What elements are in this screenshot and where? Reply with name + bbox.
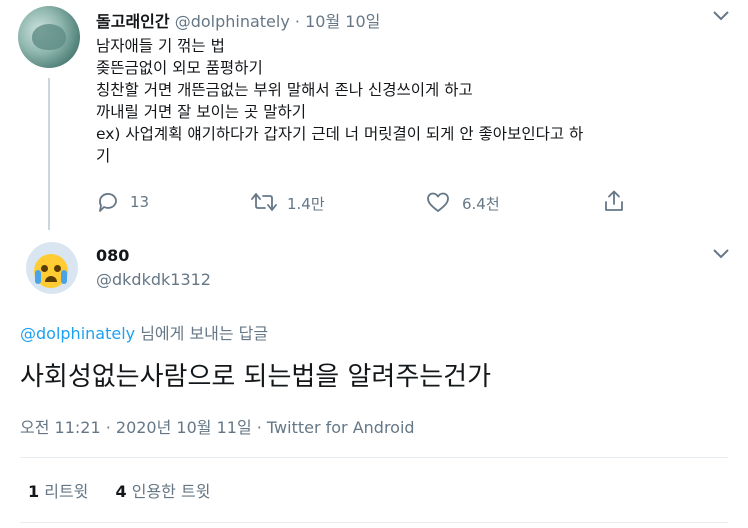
retweet-number: 1 [28, 482, 40, 501]
tweet-timestamp[interactable]: 오전 11:21 · 2020년 10월 11일 · Twitter for A… [20, 414, 415, 438]
dolphin-shape [32, 24, 66, 50]
chevron-down-icon[interactable] [712, 10, 730, 22]
tweet-text: 남자애들 기 꺾는 법 좆뜬금없이 외모 품평하기 칭찬할 거면 개뜬금없는 부… [96, 35, 736, 167]
tweet-header: 돌고래인간 @dolphinately · 10월 10일 [96, 8, 380, 31]
reply-count: 13 [130, 193, 150, 211]
divider [20, 457, 728, 458]
retweet-count: 1.4만 [287, 195, 325, 213]
quote-stat[interactable]: 4 인용한 트윗 [116, 482, 211, 501]
emoji-mouth [45, 276, 57, 282]
tweet-original[interactable]: 돌고래인간 @dolphinately · 10월 10일 남자애들 기 꺾는 … [0, 0, 748, 230]
chevron-down-icon[interactable] [712, 248, 730, 260]
separator: · [294, 12, 300, 31]
avatar[interactable] [18, 6, 80, 68]
tweet-line: ex) 사업계획 얘기하다가 갑자기 근데 너 머릿결이 되게 안 좋아보인다고… [96, 125, 584, 143]
retweet-label: 리트윗 [44, 482, 89, 501]
reply-text: 사회성없는사람으로 되는법을 알려주는건가 [20, 362, 492, 392]
reply-to-label: 님에게 보내는 답글 [135, 324, 269, 343]
handle[interactable]: @dolphinately [175, 12, 290, 31]
tweet-line: 좆뜬금없이 외모 품평하기 [96, 59, 263, 77]
tweet-date[interactable]: 10월 10일 [305, 12, 380, 31]
like-count: 6.4천 [462, 195, 500, 213]
divider [20, 522, 728, 523]
quote-label: 인용한 트윗 [131, 482, 211, 501]
emoji-tear [35, 270, 41, 284]
share-icon[interactable] [603, 189, 625, 213]
reply-icon[interactable] [96, 190, 120, 214]
emoji-face [34, 254, 68, 288]
engagement-stats: 1 리트윗 4 인용한 트윗 [28, 478, 210, 502]
tweet-reply: 080 @dkdkdk1312 @dolphinately 님에게 보내는 답글… [0, 232, 748, 528]
avatar[interactable] [26, 242, 78, 294]
display-name[interactable]: 돌고래인간 [96, 12, 170, 31]
display-name[interactable]: 080 [96, 246, 129, 265]
retweet-stat[interactable]: 1 리트윗 [28, 482, 94, 501]
emoji-eye [54, 265, 61, 272]
handle[interactable]: @dkdkdk1312 [96, 270, 211, 289]
tweet-line: 기 [96, 147, 111, 165]
reply-to-handle[interactable]: @dolphinately [20, 324, 135, 343]
tweet-line: 칭찬할 거면 개뜬금없는 부위 말해서 존나 신경쓰이게 하고 [96, 81, 473, 99]
emoji-tear [61, 270, 67, 284]
emoji-eye [41, 265, 48, 272]
thread-line [48, 78, 50, 230]
tweet-line: 까내릴 거면 잘 보이는 곳 말하기 [96, 103, 307, 121]
tweet-line: 남자애들 기 꺾는 법 [96, 37, 225, 55]
reply-context: @dolphinately 님에게 보내는 답글 [20, 320, 268, 344]
quote-number: 4 [115, 482, 127, 501]
like-icon[interactable] [426, 191, 450, 213]
retweet-icon[interactable] [250, 191, 278, 213]
